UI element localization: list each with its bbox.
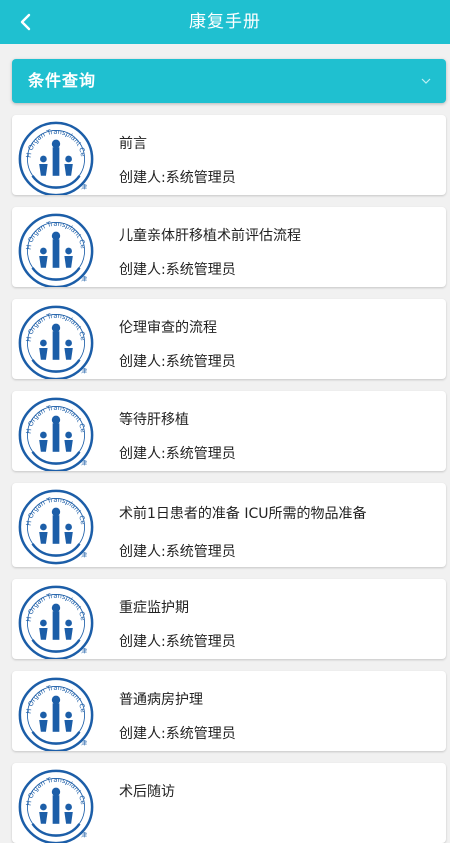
svg-text:津: 津: [81, 368, 87, 375]
svg-text:津: 津: [81, 832, 87, 839]
list-item[interactable]: TFCH Organ Transplant Center 津 术后随访: [12, 763, 446, 843]
item-creator: 创建人:系统管理员: [119, 446, 236, 462]
item-creator: 创建人:系统管理员: [119, 726, 236, 742]
list-item[interactable]: TFCH Organ Transplant Center 津 重症监护期 创建人…: [12, 579, 446, 659]
transplant-center-logo: TFCH Organ Transplant Center 津: [14, 301, 94, 379]
list-item[interactable]: TFCH Organ Transplant Center 津 前言 创建人:系统…: [12, 115, 446, 195]
chevron-down-icon: [421, 78, 431, 84]
transplant-center-logo: TFCH Organ Transplant Center 津: [14, 209, 94, 287]
item-title: 术后随访: [119, 784, 175, 800]
transplant-center-logo: TFCH Organ Transplant Center 津: [14, 393, 94, 471]
top-bar: 康复手册: [0, 0, 450, 44]
transplant-center-logo: TFCH Organ Transplant Center 津: [14, 485, 94, 565]
svg-text:津: 津: [81, 184, 87, 191]
list-item[interactable]: TFCH Organ Transplant Center 津 等待肝移植 创建人…: [12, 391, 446, 471]
list-item[interactable]: TFCH Organ Transplant Center 津 普通病房护理 创建…: [12, 671, 446, 751]
svg-text:津: 津: [81, 460, 87, 467]
item-title: 伦理审查的流程: [119, 320, 217, 336]
filter-label: 条件查询: [28, 71, 97, 90]
page-title: 康复手册: [189, 12, 261, 32]
item-creator: 创建人:系统管理员: [119, 170, 236, 186]
filter-query-panel[interactable]: 条件查询: [12, 59, 446, 103]
svg-text:津: 津: [81, 740, 87, 747]
transplant-center-logo: TFCH Organ Transplant Center 津: [14, 117, 94, 195]
item-title: 儿童亲体肝移植术前评估流程: [119, 228, 301, 244]
svg-text:津: 津: [81, 276, 87, 283]
transplant-center-logo: TFCH Organ Transplant Center 津: [14, 581, 94, 659]
item-creator: 创建人:系统管理员: [119, 262, 236, 278]
list-item[interactable]: TFCH Organ Transplant Center 津 术前1日患者的准备…: [12, 483, 446, 567]
item-title: 普通病房护理: [119, 692, 203, 708]
item-title: 术前1日患者的准备 ICU所需的物品准备: [119, 506, 367, 522]
item-title: 前言: [119, 136, 147, 152]
item-title: 等待肝移植: [119, 412, 189, 428]
item-creator: 创建人:系统管理员: [119, 634, 236, 650]
svg-text:津: 津: [81, 552, 87, 559]
transplant-center-logo: TFCH Organ Transplant Center 津: [14, 765, 94, 843]
list-item[interactable]: TFCH Organ Transplant Center 津 儿童亲体肝移植术前…: [12, 207, 446, 287]
item-creator: 创建人:系统管理员: [119, 354, 236, 370]
svg-text:津: 津: [81, 648, 87, 655]
transplant-center-logo: TFCH Organ Transplant Center 津: [14, 673, 94, 751]
item-creator: 创建人:系统管理员: [119, 544, 236, 560]
list-item[interactable]: TFCH Organ Transplant Center 津 伦理审查的流程 创…: [12, 299, 446, 379]
item-title: 重症监护期: [119, 600, 189, 616]
